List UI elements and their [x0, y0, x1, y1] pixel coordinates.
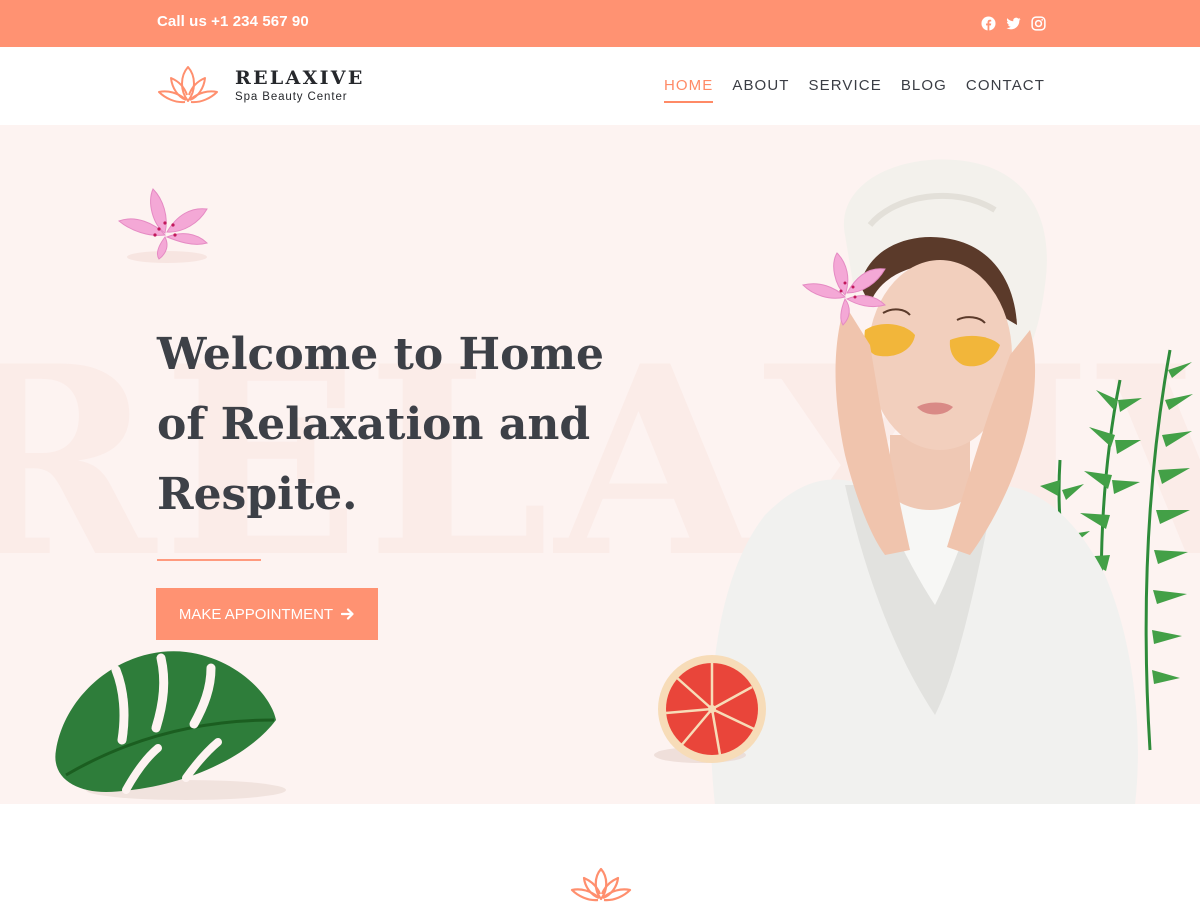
lotus-icon [156, 63, 220, 111]
facebook-icon[interactable] [981, 16, 996, 31]
hero-headline: Welcome to Home of Relaxation and Respit… [157, 329, 605, 520]
phone-contact[interactable]: Call us +1 234 567 90 [157, 13, 309, 30]
monstera-leaf-image [55, 651, 286, 800]
arrow-right-icon [341, 608, 354, 620]
nav-contact[interactable]: CONTACT [966, 77, 1045, 103]
social-links [981, 16, 1046, 31]
grapefruit-image [654, 655, 766, 763]
lotus-icon [570, 867, 632, 902]
twitter-icon[interactable] [1006, 16, 1021, 31]
make-appointment-button[interactable]: MAKE APPOINTMENT [156, 588, 378, 640]
brand-tagline: Spa Beauty Center [235, 91, 348, 103]
brand-block: RELAXIVE Spa Beauty Center [235, 67, 365, 103]
nav-home[interactable]: HOME [663, 77, 714, 103]
lily-flower-image [118, 188, 208, 263]
headline-divider [157, 559, 261, 561]
site-header: RELAXIVE Spa Beauty Center HOME ABOUT SE… [0, 47, 1200, 125]
nav-about[interactable]: ABOUT [732, 77, 789, 103]
main-nav: HOME ABOUT SERVICE BLOG CONTACT [663, 77, 1045, 103]
hero-section: RELAXIVE Welcome to Home of Relaxation a… [0, 125, 1200, 804]
make-appointment-label: MAKE APPOINTMENT [178, 605, 334, 623]
site-logo[interactable]: RELAXIVE Spa Beauty Center [156, 63, 362, 111]
nav-blog[interactable]: BLOG [901, 77, 947, 103]
brand-name: RELAXIVE [235, 67, 365, 89]
top-bar: Call us +1 234 567 90 [0, 0, 1200, 47]
instagram-icon[interactable] [1031, 16, 1046, 31]
nav-service[interactable]: SERVICE [809, 77, 882, 103]
